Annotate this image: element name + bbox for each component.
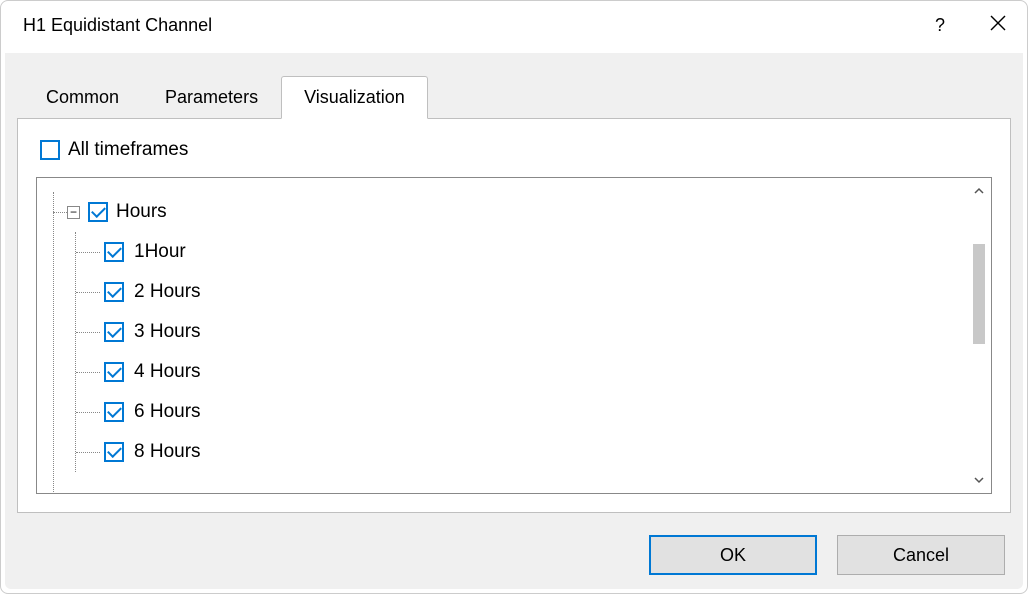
scroll-up-icon[interactable] <box>972 184 986 198</box>
hours-checkbox[interactable] <box>88 202 108 222</box>
tree-item-checkbox[interactable] <box>104 402 124 422</box>
button-label: Cancel <box>893 545 949 565</box>
tree-item-inner: 4 Hours <box>104 361 201 383</box>
scroll-thumb[interactable] <box>973 244 985 344</box>
ok-button[interactable]: OK <box>649 535 817 575</box>
tree-item-checkbox[interactable] <box>104 442 124 462</box>
tree-connector <box>76 392 104 432</box>
vertical-scrollbar[interactable] <box>967 178 991 493</box>
tree-connector <box>76 352 104 392</box>
tree-item-inner: 3 Hours <box>104 321 201 343</box>
tree-item[interactable]: 6 Hours <box>76 392 967 432</box>
all-timeframes-row: All timeframes <box>40 139 992 161</box>
tab-label: Visualization <box>304 87 405 107</box>
scroll-down-icon[interactable] <box>972 473 986 487</box>
tree-root-wrap: − Hours 1Hour 2 Hours 3 Hours 4 Hours 6 Hour… <box>67 192 967 472</box>
tree-item-inner: 1Hour <box>104 241 186 263</box>
tree-item[interactable]: 1Hour <box>76 232 967 272</box>
tree-root-connectors <box>45 192 67 472</box>
tree-item-inner: 8 Hours <box>104 441 201 463</box>
window-title: H1 Equidistant Channel <box>23 15 929 36</box>
tree-connector <box>76 432 104 472</box>
tree-node-label: Hours <box>116 201 167 223</box>
dialog-window: H1 Equidistant Channel ? Common Paramete… <box>0 0 1028 594</box>
tab-parameters[interactable]: Parameters <box>142 76 281 118</box>
tree-node-hours[interactable]: − Hours <box>67 192 967 232</box>
tree-item[interactable]: 3 Hours <box>76 312 967 352</box>
help-icon[interactable]: ? <box>929 15 951 36</box>
dialog-button-row: OK Cancel <box>5 525 1023 589</box>
tab-label: Parameters <box>165 87 258 107</box>
tree-item-label: 1Hour <box>134 241 186 263</box>
tree-item-checkbox[interactable] <box>104 322 124 342</box>
all-timeframes-checkbox[interactable] <box>40 140 60 160</box>
tree-connector <box>76 312 104 352</box>
scroll-track[interactable] <box>973 198 985 473</box>
expander-icon[interactable]: − <box>67 206 80 219</box>
tree-item-inner: 6 Hours <box>104 401 201 423</box>
close-icon[interactable] <box>987 15 1009 36</box>
tab-panel-visualization: All timeframes − Hours 1Hour <box>17 118 1011 513</box>
tree-item-label: 3 Hours <box>134 321 201 343</box>
tab-visualization[interactable]: Visualization <box>281 76 428 119</box>
tree-item-label: 8 Hours <box>134 441 201 463</box>
tree-item-checkbox[interactable] <box>104 282 124 302</box>
button-label: OK <box>720 545 746 565</box>
timeframe-tree: − Hours 1Hour 2 Hours 3 Hours 4 Hours 6 Hour… <box>36 177 992 494</box>
tree-item-label: 2 Hours <box>134 281 201 303</box>
titlebar-controls: ? <box>929 15 1009 36</box>
tree-item[interactable]: 8 Hours <box>76 432 967 472</box>
tab-strip: Common Parameters Visualization <box>5 54 1023 118</box>
tree-item-checkbox[interactable] <box>104 242 124 262</box>
tree-item-checkbox[interactable] <box>104 362 124 382</box>
tree-scroll-area: − Hours 1Hour 2 Hours 3 Hours 4 Hours 6 Hour… <box>37 178 967 493</box>
tree-item[interactable]: 2 Hours <box>76 272 967 312</box>
content-area: Common Parameters Visualization All time… <box>5 53 1023 589</box>
tree-children-hours: 1Hour 2 Hours 3 Hours 4 Hours 6 Hours 8 Hours <box>75 232 967 472</box>
tab-label: Common <box>46 87 119 107</box>
tree-item-label: 6 Hours <box>134 401 201 423</box>
tree-item-label: 4 Hours <box>134 361 201 383</box>
tree-connector <box>76 272 104 312</box>
tree-item-inner: 2 Hours <box>104 281 201 303</box>
cancel-button[interactable]: Cancel <box>837 535 1005 575</box>
tree-item[interactable]: 4 Hours <box>76 352 967 392</box>
tree-connector <box>76 232 104 272</box>
titlebar: H1 Equidistant Channel ? <box>1 1 1027 49</box>
tab-common[interactable]: Common <box>23 76 142 118</box>
all-timeframes-label: All timeframes <box>68 139 188 161</box>
